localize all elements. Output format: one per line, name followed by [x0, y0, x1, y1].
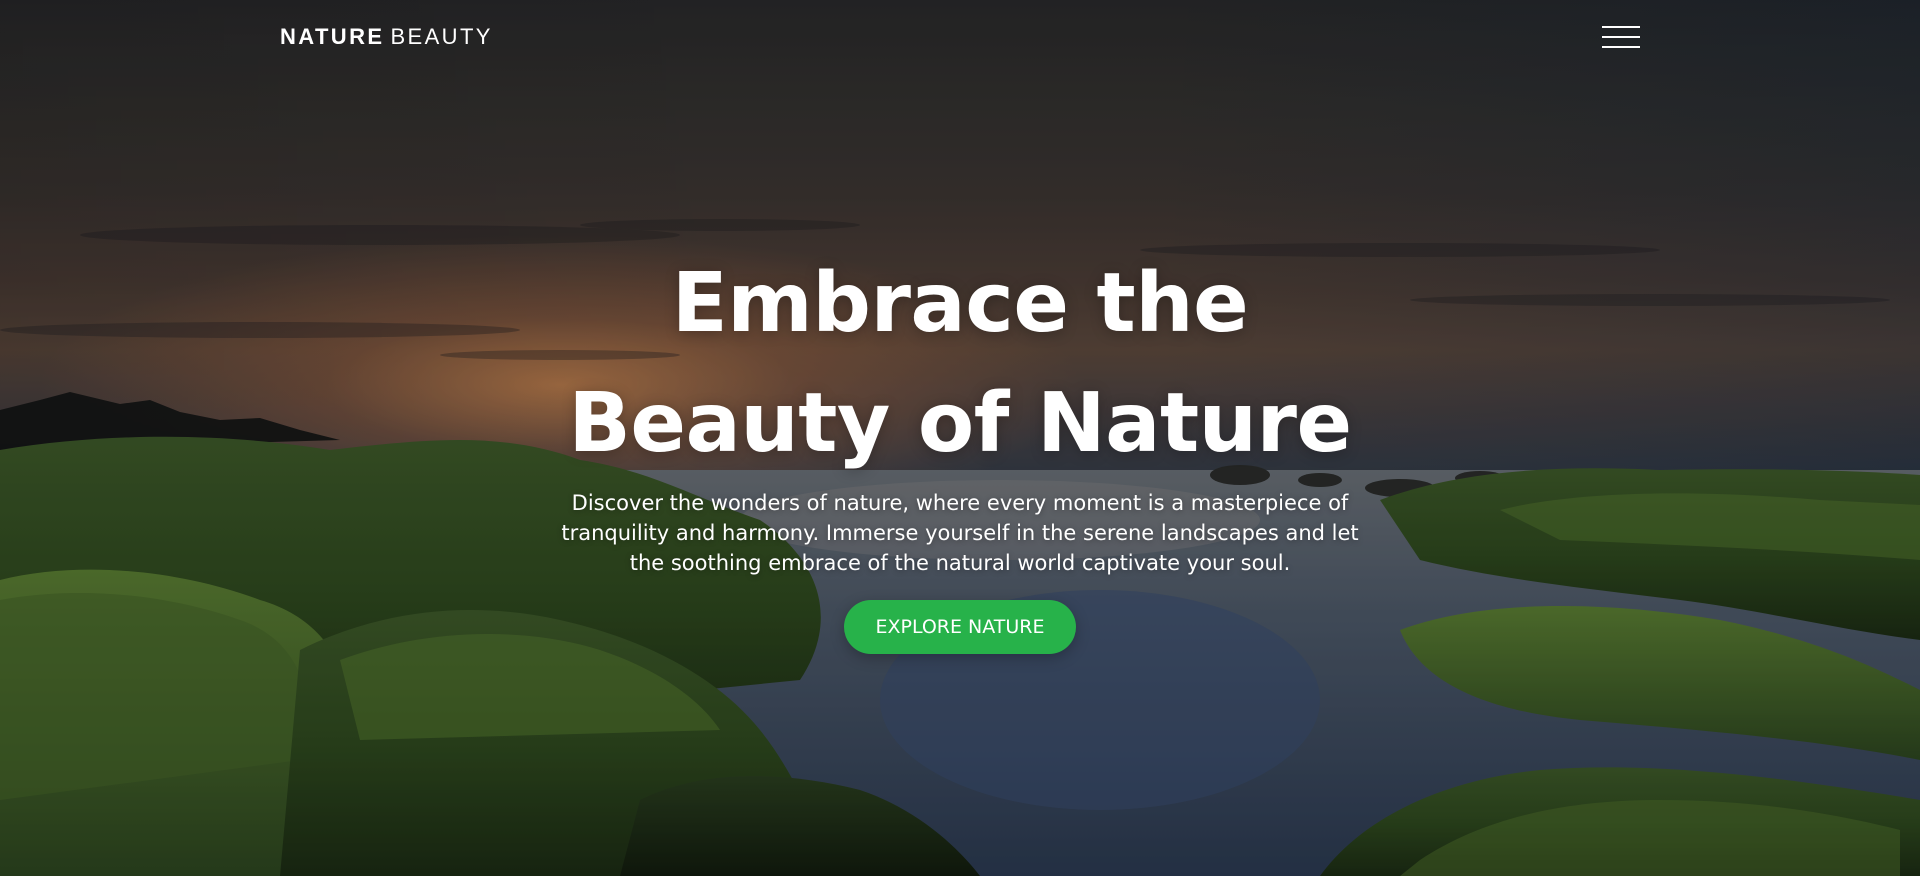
hero-subtitle: Discover the wonders of nature, where ev…	[561, 491, 1359, 575]
brand-light-text: BEAUTY	[390, 24, 493, 49]
brand-bold-text: NATURE	[280, 24, 385, 49]
menu-bar-line	[1602, 26, 1640, 28]
hamburger-menu-icon[interactable]	[1598, 22, 1642, 52]
hero-title-line-1: Embrace the	[671, 256, 1249, 351]
menu-bar-line	[1602, 46, 1640, 48]
top-navigation-bar: NATURE BEAUTY	[0, 0, 1920, 76]
explore-nature-button[interactable]: EXPLORE NATURE	[844, 600, 1076, 654]
hero-title: Embrace the Beauty of Nature	[0, 244, 1920, 484]
menu-bar-line	[1602, 36, 1640, 38]
hero-title-line-2: Beauty of Nature	[568, 376, 1352, 471]
hero-section: NATURE BEAUTY Embrace the Beauty of Natur…	[0, 0, 1920, 876]
hero-content: Embrace the Beauty of Nature Discover th…	[0, 244, 1920, 654]
brand-logo[interactable]: NATURE BEAUTY	[280, 24, 493, 50]
